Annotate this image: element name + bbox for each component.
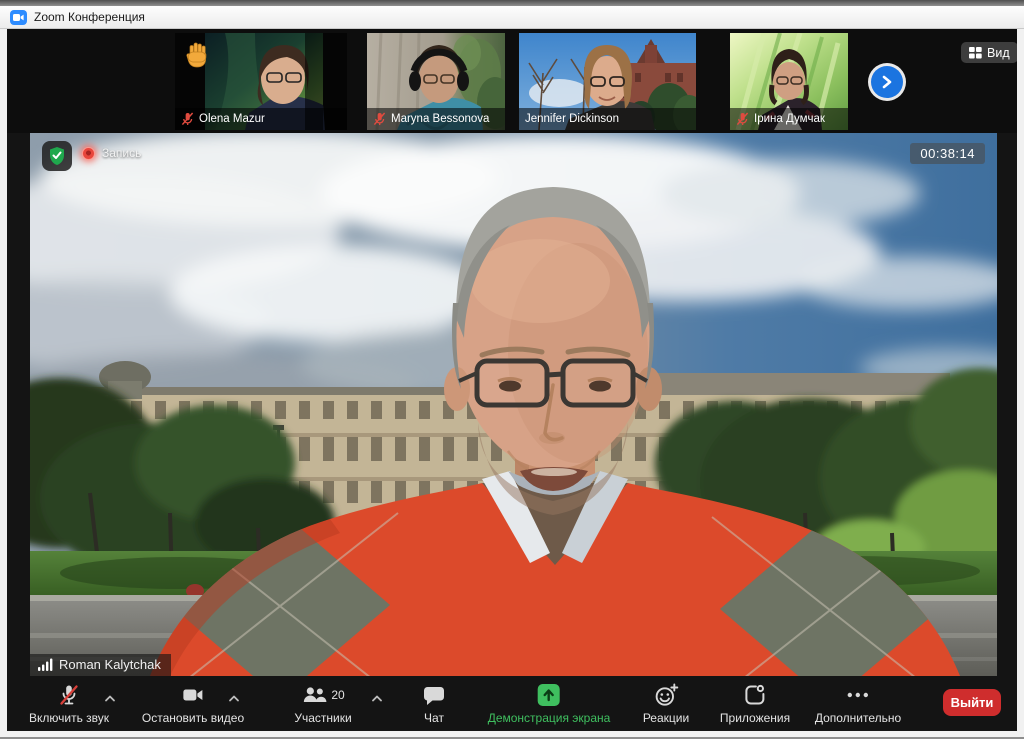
muted-mic-icon bbox=[736, 112, 749, 126]
participant-tile-jennifer-dickinson[interactable]: Jennifer Dickinson bbox=[519, 33, 696, 130]
window-frame-bottom bbox=[0, 731, 1024, 739]
recording-label: Запись bbox=[102, 146, 141, 160]
chat-button[interactable]: Чат bbox=[423, 683, 446, 725]
more-button[interactable]: Дополнительно bbox=[815, 683, 901, 725]
window-frame-right bbox=[1017, 29, 1024, 731]
meeting-window-body: Olena Mazur bbox=[7, 29, 1017, 731]
share-screen-icon bbox=[538, 684, 560, 706]
next-participants-button[interactable] bbox=[871, 66, 903, 98]
reactions-label: Реакции bbox=[643, 711, 689, 725]
chat-label: Чат bbox=[424, 711, 444, 725]
mic-muted-icon bbox=[57, 683, 81, 707]
participant-tile-maryna-bessonova[interactable]: Maryna Bessonova bbox=[367, 33, 505, 130]
participant-name: Maryna Bessonova bbox=[391, 113, 489, 125]
view-label: Вид bbox=[987, 46, 1010, 60]
chevron-right-icon bbox=[881, 75, 893, 89]
participant-tile-iryna-dumchak[interactable]: Ірина Думчак bbox=[730, 33, 848, 130]
meeting-timer: 00:38:14 bbox=[910, 143, 985, 164]
participants-label: Участники bbox=[294, 711, 351, 725]
reactions-smiley-icon bbox=[653, 683, 678, 707]
recording-dot-icon bbox=[82, 147, 95, 160]
muted-mic-icon bbox=[373, 112, 386, 126]
view-layout-button[interactable]: Вид bbox=[961, 42, 1017, 63]
window-frame-left bbox=[0, 29, 7, 731]
window-title: Zoom Конференция bbox=[34, 10, 145, 24]
participants-filmstrip: Olena Mazur bbox=[7, 29, 1017, 133]
meeting-toolbar: Включить звук Остановить видео bbox=[7, 676, 1017, 731]
chat-bubble-icon bbox=[423, 684, 446, 706]
audio-options-chevron[interactable] bbox=[104, 690, 117, 708]
participant-name: Olena Mazur bbox=[199, 113, 265, 125]
video-options-chevron[interactable] bbox=[228, 690, 241, 708]
zoom-app-icon bbox=[10, 10, 27, 25]
participant-name-bar: Jennifer Dickinson bbox=[519, 108, 696, 130]
participant-tile-olena-mazur[interactable]: Olena Mazur bbox=[175, 33, 347, 130]
audio-level-icon bbox=[38, 658, 53, 671]
raised-hand-icon bbox=[185, 41, 210, 73]
share-screen-label: Демонстрация экрана bbox=[488, 711, 611, 725]
share-screen-button[interactable]: Демонстрация экрана bbox=[488, 683, 611, 725]
recording-indicator: Запись bbox=[82, 146, 141, 160]
apps-label: Приложения bbox=[720, 711, 790, 725]
participant-name: Jennifer Dickinson bbox=[525, 113, 619, 125]
participants-button[interactable]: 20 Участники bbox=[294, 683, 351, 725]
muted-mic-icon bbox=[181, 112, 194, 126]
main-speaker-scene bbox=[30, 133, 997, 676]
participant-name-bar: Maryna Bessonova bbox=[367, 108, 505, 130]
more-dots-icon bbox=[845, 684, 871, 706]
unmute-button[interactable]: Включить звук bbox=[29, 683, 109, 725]
speaker-name: Roman Kalytchak bbox=[59, 657, 161, 672]
leave-meeting-button[interactable]: Выйти bbox=[943, 689, 1001, 716]
video-camera-icon bbox=[181, 683, 205, 707]
participant-name-bar: Olena Mazur bbox=[175, 108, 347, 130]
participants-count: 20 bbox=[331, 688, 344, 702]
grid-view-icon bbox=[969, 47, 982, 59]
participant-name: Ірина Думчак bbox=[754, 113, 825, 125]
more-label: Дополнительно bbox=[815, 711, 901, 725]
apps-button[interactable]: Приложения bbox=[720, 683, 790, 725]
unmute-label: Включить звук bbox=[29, 711, 109, 725]
speaker-name-label: Roman Kalytchak bbox=[30, 654, 171, 676]
participant-name-bar: Ірина Думчак bbox=[730, 108, 848, 130]
window-titlebar: Zoom Конференция bbox=[0, 6, 1024, 29]
reactions-button[interactable]: Реакции bbox=[643, 683, 689, 725]
stop-video-label: Остановить видео bbox=[142, 711, 244, 725]
apps-icon bbox=[743, 683, 767, 707]
security-shield-button[interactable] bbox=[42, 141, 72, 171]
security-shield-icon bbox=[48, 146, 66, 166]
participants-icon bbox=[301, 684, 327, 706]
active-speaker-video: Запись 00:38:14 Roman Kalytchak bbox=[30, 133, 997, 676]
participants-options-chevron[interactable] bbox=[371, 690, 384, 708]
